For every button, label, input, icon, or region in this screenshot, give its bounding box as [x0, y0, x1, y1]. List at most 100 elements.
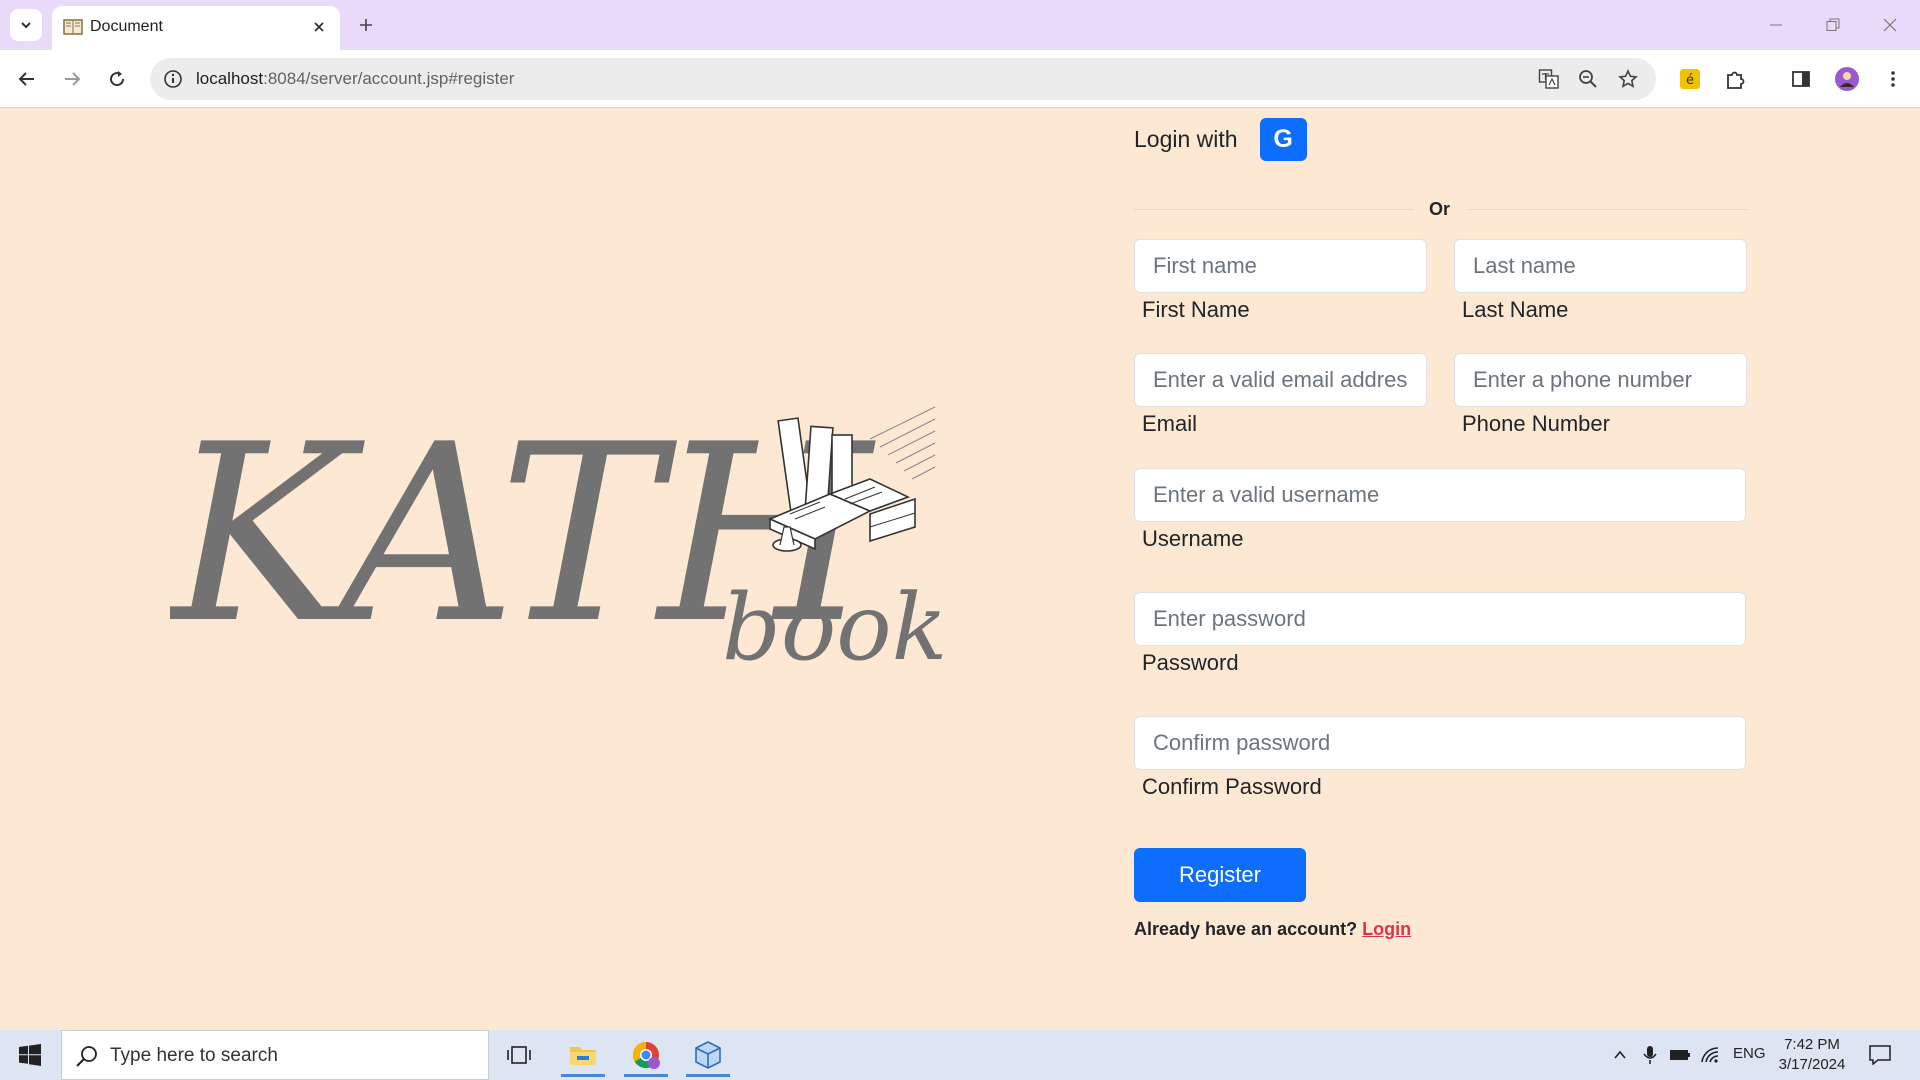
- wifi-icon: [1701, 1047, 1719, 1063]
- confirm-password-label: Confirm Password: [1142, 774, 1322, 799]
- kathbook-logo: KATH book: [170, 399, 947, 679]
- register-button[interactable]: Register: [1134, 848, 1306, 902]
- browser-toolbar: localhost:8084/server/account.jsp#regist…: [0, 50, 1920, 108]
- start-button[interactable]: [10, 1038, 50, 1072]
- email-input[interactable]: [1134, 353, 1427, 407]
- address-bar[interactable]: localhost:8084/server/account.jsp#regist…: [150, 58, 1656, 100]
- task-view-button[interactable]: [494, 1033, 544, 1077]
- close-window-button[interactable]: [1870, 10, 1910, 40]
- password-input[interactable]: [1134, 592, 1746, 646]
- bookmark-button[interactable]: [1615, 66, 1641, 92]
- avatar-icon: [1835, 67, 1859, 91]
- notifications-button[interactable]: [1868, 1043, 1892, 1067]
- search-placeholder: Type here to search: [110, 1045, 278, 1066]
- google-login-button[interactable]: G: [1259, 117, 1307, 161]
- browser-tab[interactable]: Document: [52, 6, 340, 50]
- arrow-left-icon: [18, 72, 34, 86]
- tab-title: Document: [90, 18, 163, 35]
- zoom-out-icon: [1579, 70, 1597, 88]
- extension-badge-icon: é: [1680, 69, 1700, 89]
- close-tab-button[interactable]: [308, 16, 330, 38]
- chevron-down-icon: [21, 22, 31, 29]
- clock-time: 7:42 PM: [1784, 1036, 1840, 1053]
- search-icon: [76, 1046, 97, 1067]
- show-hidden-icons-button[interactable]: [1608, 1043, 1632, 1067]
- extensions-menu-button[interactable]: [1718, 62, 1752, 96]
- divider-line-right: [1468, 209, 1748, 210]
- plus-icon: [360, 19, 372, 31]
- email-label: Email: [1142, 411, 1198, 436]
- notification-icon: [1869, 1045, 1891, 1065]
- phone-input[interactable]: [1454, 353, 1747, 407]
- active-indicator: [624, 1074, 668, 1077]
- register-page: KATH book Login with G Or First Name Las…: [0, 109, 1920, 1030]
- chevron-up-icon: [1614, 1050, 1626, 1059]
- login-link[interactable]: Login: [1362, 919, 1411, 939]
- microphone-icon: [1643, 1046, 1657, 1064]
- input-language[interactable]: ENG: [1733, 1045, 1766, 1062]
- login-with-label: Login with: [1134, 125, 1238, 152]
- last-name-label: Last Name: [1462, 297, 1569, 322]
- windows-taskbar: Type here to search ENG 7:42 PM 3/17/202…: [0, 1030, 1920, 1080]
- social-login-row: Login with G: [1134, 117, 1307, 161]
- chrome-icon: [632, 1041, 660, 1069]
- active-indicator: [686, 1074, 730, 1077]
- profile-button[interactable]: [1830, 62, 1864, 96]
- already-account-text: Already have an account?: [1134, 919, 1358, 939]
- chrome-app[interactable]: [621, 1033, 671, 1077]
- side-panel-icon: [1792, 71, 1810, 87]
- microphone-tray[interactable]: [1638, 1043, 1662, 1067]
- more-vertical-icon: [1891, 71, 1895, 87]
- url-host: localhost: [196, 69, 264, 88]
- taskbar-search-box[interactable]: Type here to search: [61, 1030, 489, 1080]
- network-tray[interactable]: [1698, 1043, 1722, 1067]
- username-input[interactable]: [1134, 468, 1746, 522]
- username-label: Username: [1142, 526, 1244, 551]
- forward-button[interactable]: [55, 62, 89, 96]
- book-favicon-icon: [63, 19, 83, 35]
- close-icon: [1883, 18, 1897, 32]
- folder-icon: [570, 1047, 596, 1065]
- google-icon: G: [1273, 124, 1293, 153]
- phone-label: Phone Number: [1462, 411, 1610, 436]
- zoom-button[interactable]: [1575, 66, 1601, 92]
- cube-icon: [695, 1041, 721, 1069]
- back-button[interactable]: [10, 62, 44, 96]
- url-path: :8084/server/account.jsp#register: [263, 69, 515, 88]
- svg-text:é: é: [1686, 73, 1694, 88]
- system-clock[interactable]: 7:42 PM 3/17/2024: [1772, 1035, 1852, 1075]
- translate-icon: [1538, 69, 1559, 89]
- logo-subtext: book: [722, 574, 947, 679]
- or-label: Or: [1429, 199, 1451, 219]
- battery-icon: [1670, 1050, 1690, 1060]
- close-icon: [314, 22, 324, 32]
- browser-menu-button[interactable]: [1876, 62, 1910, 96]
- site-info-button[interactable]: [160, 66, 186, 92]
- extension-button[interactable]: é: [1673, 62, 1707, 96]
- active-indicator: [561, 1074, 605, 1077]
- file-explorer-app[interactable]: [558, 1033, 608, 1077]
- last-name-input[interactable]: [1454, 239, 1747, 293]
- restore-icon: [1826, 18, 1840, 31]
- translate-button[interactable]: [1536, 66, 1562, 92]
- side-panel-button[interactable]: [1784, 62, 1818, 96]
- reload-button[interactable]: [100, 62, 134, 96]
- battery-tray[interactable]: [1668, 1043, 1692, 1067]
- or-divider: Or: [1134, 199, 1748, 219]
- arrow-right-icon: [65, 72, 81, 86]
- task-view-icon: [507, 1046, 531, 1064]
- divider-line-left: [1134, 209, 1414, 210]
- minimize-icon: [1770, 24, 1782, 26]
- minimize-button[interactable]: [1756, 10, 1796, 40]
- virtualbox-app[interactable]: [683, 1033, 733, 1077]
- first-name-label: First Name: [1142, 297, 1250, 322]
- windows-logo-icon: [19, 1044, 41, 1066]
- url-text[interactable]: localhost:8084/server/account.jsp#regist…: [196, 69, 514, 89]
- reload-icon: [110, 71, 125, 87]
- tab-strip: Document: [0, 0, 1920, 50]
- confirm-password-input[interactable]: [1134, 716, 1746, 770]
- first-name-input[interactable]: [1134, 239, 1427, 293]
- tab-search-button[interactable]: [10, 9, 42, 41]
- restore-button[interactable]: [1813, 10, 1853, 40]
- new-tab-button[interactable]: [352, 11, 380, 39]
